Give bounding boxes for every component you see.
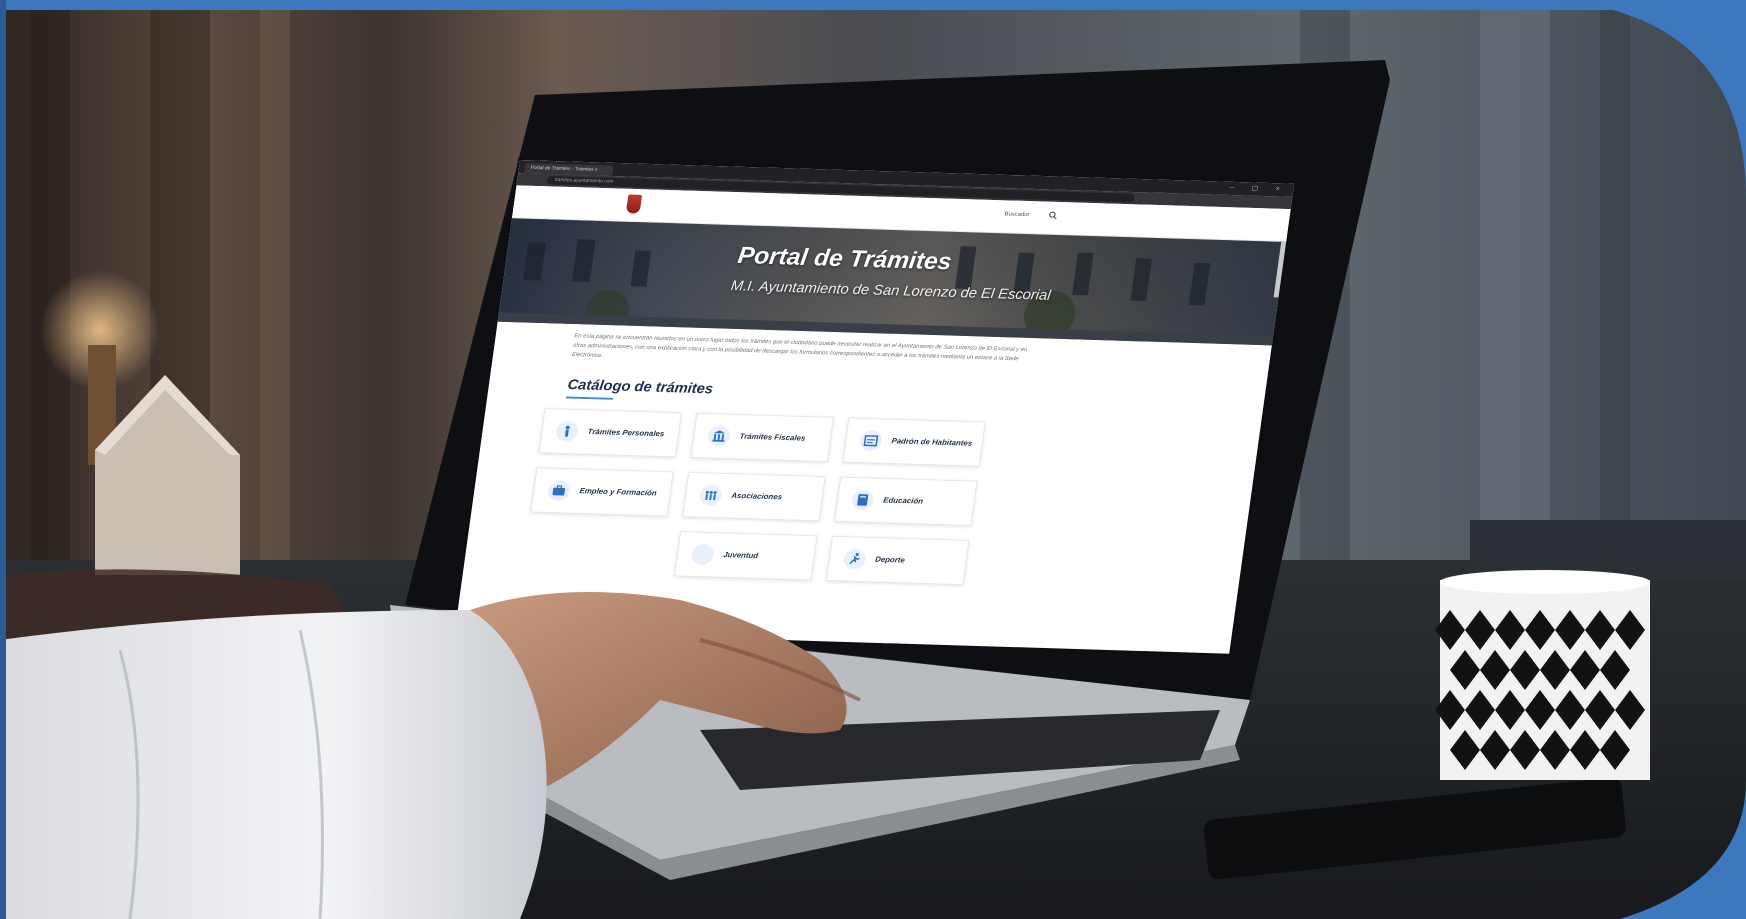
photo-scene: Portal de Trámites - Tramites x – ▢ × tr… [0,0,1746,919]
hand-and-sleeve [0,569,861,919]
